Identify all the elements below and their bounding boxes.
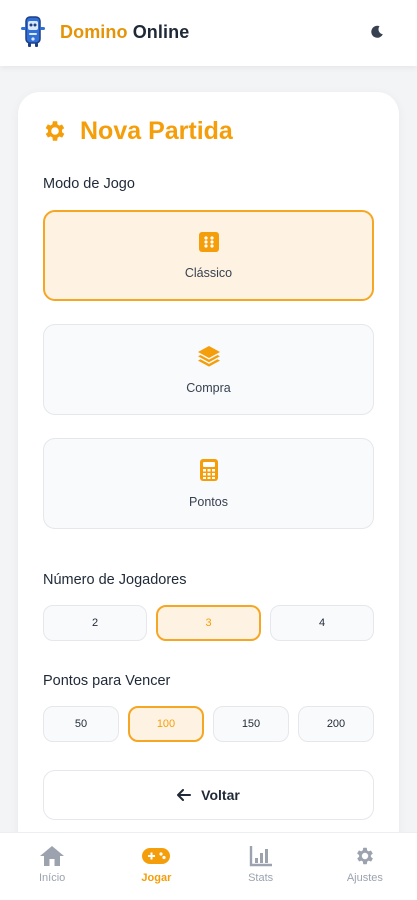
arrow-left-icon [177, 789, 192, 801]
players-option-4[interactable]: 4 [270, 605, 374, 641]
nav-label: Ajustes [346, 872, 383, 884]
mode-option-label: Clássico [184, 266, 233, 280]
dice-icon [198, 231, 220, 253]
nav-label: Stats [248, 872, 274, 884]
points-option-200[interactable]: 200 [298, 706, 374, 742]
app-title-part1: Domino [60, 22, 128, 42]
players-option-2[interactable]: 2 [43, 605, 147, 641]
points-option-150[interactable]: 150 [213, 706, 289, 742]
gear-icon [42, 118, 68, 144]
moon-icon [370, 25, 384, 39]
theme-toggle-button[interactable] [367, 22, 387, 42]
bottom-navigation: Início Jogar Stats Ajustes [0, 832, 417, 900]
game-mode-label: Modo de Jogo [43, 176, 135, 192]
players-option-3[interactable]: 3 [156, 605, 261, 641]
nav-item-stats[interactable]: Stats [209, 833, 313, 900]
mode-option-compra[interactable]: Compra [43, 324, 374, 415]
page-title: Nova Partida [80, 116, 233, 145]
nav-item-inicio[interactable]: Início [0, 833, 104, 900]
layers-icon [196, 344, 222, 368]
points-option-100[interactable]: 100 [128, 706, 204, 742]
nav-label: Início [38, 872, 66, 884]
nav-item-jogar[interactable]: Jogar [104, 833, 208, 900]
new-game-card: Nova Partida Modo de Jogo Clássico Compr… [18, 92, 399, 852]
app-title: Domino Online [60, 22, 189, 43]
app-header: Domino Online [0, 0, 417, 66]
card-header: Nova Partida [42, 114, 233, 148]
points-to-win-label: Pontos para Vencer [43, 673, 171, 689]
settings-icon [354, 845, 376, 867]
domino-mascot-icon [18, 15, 48, 49]
app-title-part2: Online [132, 22, 190, 42]
mode-option-classico[interactable]: Clássico [43, 210, 374, 301]
home-icon [39, 845, 65, 867]
back-button-label: Voltar [201, 787, 240, 803]
calculator-icon [199, 458, 219, 482]
nav-item-ajustes[interactable]: Ajustes [313, 833, 417, 900]
points-option-50[interactable]: 50 [43, 706, 119, 742]
mode-option-label: Compra [186, 381, 231, 395]
bar-chart-icon [249, 845, 273, 867]
nav-label: Jogar [141, 872, 172, 884]
gamepad-icon [141, 845, 171, 867]
mode-option-label: Pontos [189, 495, 228, 509]
players-label: Número de Jogadores [43, 572, 187, 588]
back-button[interactable]: Voltar [43, 770, 374, 820]
mode-option-pontos[interactable]: Pontos [43, 438, 374, 529]
points-selector: 50 100 150 200 [43, 706, 374, 742]
players-selector: 2 3 4 [43, 605, 374, 641]
